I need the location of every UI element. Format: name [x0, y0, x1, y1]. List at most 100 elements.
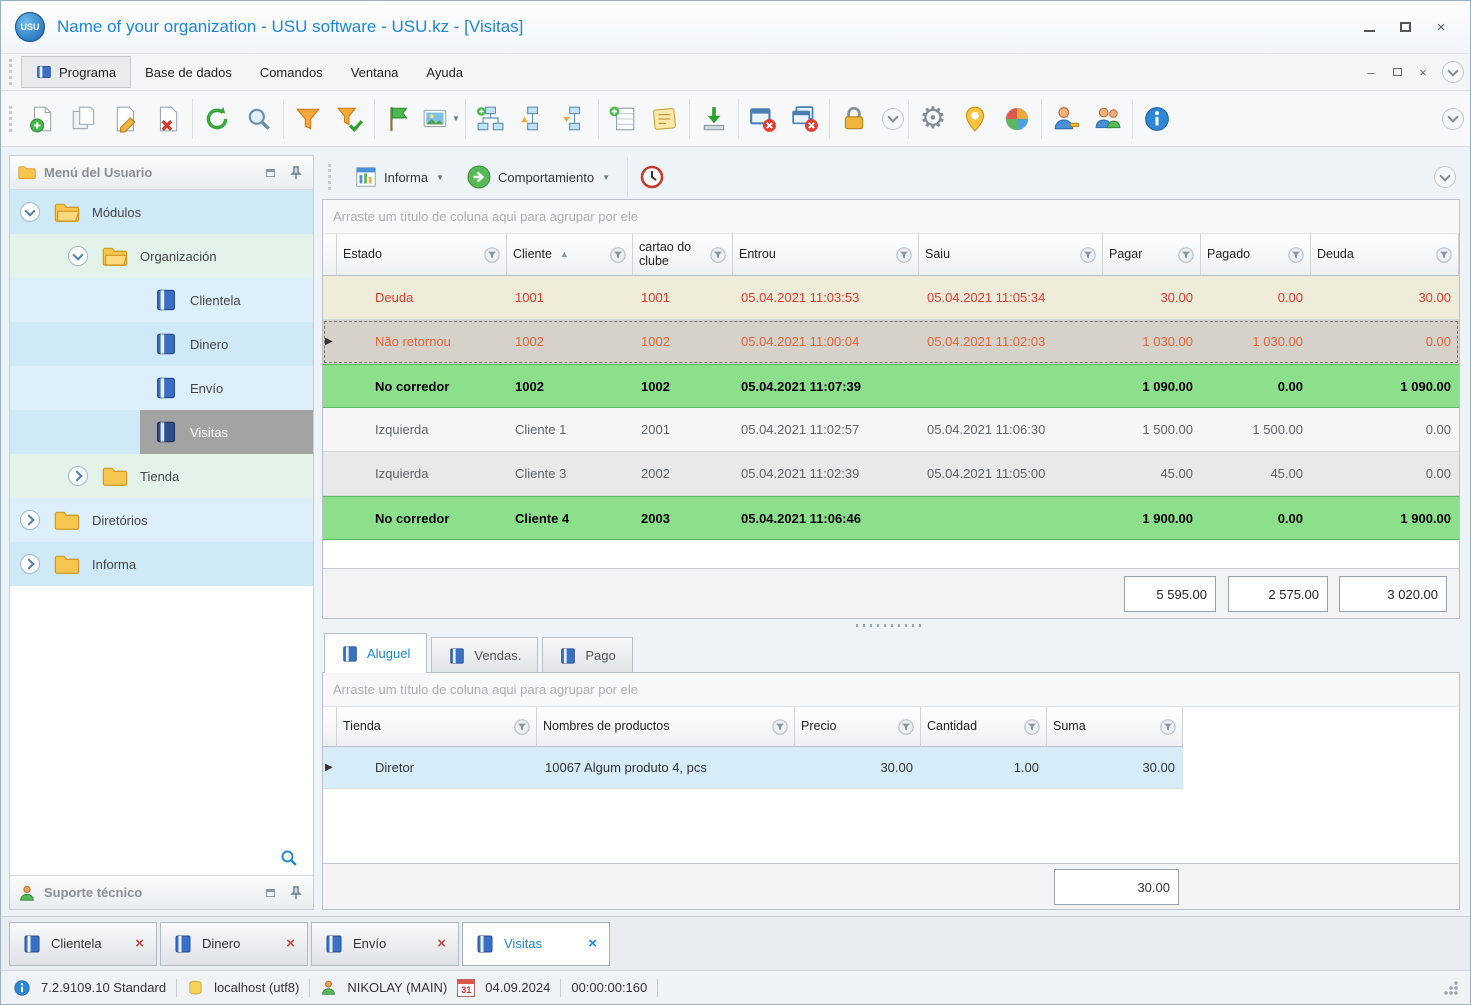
filter-apply-button[interactable]	[329, 96, 371, 142]
tab-pago[interactable]: Pago	[542, 637, 633, 673]
table-row[interactable]: Izquierda Cliente 3 2002 05.04.2021 11:0…	[323, 452, 1459, 496]
close-icon[interactable]: ×	[135, 935, 144, 952]
cell-deuda[interactable]: 0.00	[1311, 320, 1459, 364]
cell-pagar[interactable]: 30.00	[1103, 276, 1201, 320]
cell-deuda[interactable]: 30.00	[1311, 276, 1459, 320]
cell-pagado[interactable]: 0.00	[1201, 364, 1311, 408]
table-row[interactable]: No corredor Cliente 4 2003 05.04.2021 11…	[323, 496, 1459, 540]
column-header-suma[interactable]: Suma	[1047, 707, 1183, 747]
column-header-deuda[interactable]: Deuda	[1311, 234, 1459, 276]
sidebar-item-organizacion[interactable]: Organización	[10, 234, 313, 278]
detail-row-selected[interactable]: ▶ Diretor 10067 Algum produto 4, pcs 30.…	[323, 747, 1183, 789]
sidebar-item-dinero[interactable]: Dinero	[10, 322, 313, 366]
cell-entrou[interactable]: 05.04.2021 11:06:46	[733, 496, 919, 540]
lock-button[interactable]	[833, 96, 875, 142]
time-report-button[interactable]	[637, 154, 667, 200]
tab-aluguel[interactable]: Aluguel	[324, 633, 428, 673]
expand-icon[interactable]	[20, 510, 40, 530]
report-toolbar-options-icon[interactable]	[1434, 166, 1456, 188]
cell-entrou[interactable]: 05.04.2021 11:02:39	[733, 452, 919, 496]
delete-record-button[interactable]	[147, 96, 189, 142]
cell-saiu[interactable]: 05.04.2021 11:05:34	[919, 276, 1103, 320]
pin-icon[interactable]	[287, 165, 305, 181]
close-all-windows-button[interactable]	[784, 96, 826, 142]
sidebar-item-informa[interactable]: Informa	[10, 542, 313, 586]
float-panel-icon[interactable]	[261, 165, 279, 181]
filter-button[interactable]	[287, 96, 329, 142]
expand-icon[interactable]	[68, 466, 88, 486]
cell-cartao[interactable]: 2003	[633, 496, 733, 540]
cell-pagado[interactable]: 45.00	[1201, 452, 1311, 496]
users-button[interactable]	[1087, 96, 1129, 142]
table-row[interactable]: Deuda 1001 1001 05.04.2021 11:03:53 05.0…	[323, 276, 1459, 320]
expand-tree-button[interactable]	[553, 96, 595, 142]
search-icon[interactable]	[279, 848, 299, 868]
cell-estado[interactable]: No corredor	[337, 496, 507, 540]
cell-cartao[interactable]: 2001	[633, 408, 733, 452]
toolbar-grip[interactable]	[328, 164, 334, 190]
informa-dropdown[interactable]: Informa ▼	[346, 161, 452, 193]
window-tab-clientela[interactable]: Clientela ×	[9, 921, 157, 966]
cell-saiu[interactable]	[919, 496, 1103, 540]
toolbar-grip[interactable]	[9, 105, 15, 132]
table-row[interactable]: No corredor 1002 1002 05.04.2021 11:07:3…	[323, 364, 1459, 408]
filter-icon[interactable]	[484, 246, 500, 263]
add-row-button[interactable]	[602, 96, 644, 142]
cell-deuda[interactable]: 1 900.00	[1311, 496, 1459, 540]
cell-cliente[interactable]: Cliente 3	[507, 452, 633, 496]
window-tab-dinero[interactable]: Dinero ×	[160, 921, 308, 966]
cell-cantidad[interactable]: 1.00	[921, 747, 1047, 789]
pin-icon[interactable]	[287, 885, 305, 901]
expand-icon[interactable]	[20, 554, 40, 574]
refresh-button[interactable]	[196, 96, 238, 142]
cell-cliente[interactable]: Cliente 4	[507, 496, 633, 540]
sidebar-item-modulos[interactable]: Módulos	[10, 190, 313, 234]
column-header-tienda[interactable]: Tienda	[337, 707, 537, 747]
cell-pagar[interactable]: 1 090.00	[1103, 364, 1201, 408]
cell-entrou[interactable]: 05.04.2021 11:02:57	[733, 408, 919, 452]
cell-tienda[interactable]: Diretor	[337, 747, 537, 789]
cell-entrou[interactable]: 05.04.2021 11:07:39	[733, 364, 919, 408]
cell-deuda[interactable]: 1 090.00	[1311, 364, 1459, 408]
sidebar-item-tienda[interactable]: Tienda	[10, 454, 313, 498]
filter-icon[interactable]	[1178, 246, 1194, 263]
search-button[interactable]	[238, 96, 280, 142]
window-tab-envio[interactable]: Envío ×	[311, 921, 459, 966]
cell-entrou[interactable]: 05.04.2021 11:03:53	[733, 276, 919, 320]
add-record-button[interactable]	[21, 96, 63, 142]
cell-cartao[interactable]: 1002	[633, 364, 733, 408]
menu-comandos[interactable]: Comandos	[246, 58, 337, 87]
close-icon[interactable]: ×	[437, 935, 446, 952]
menu-programa[interactable]: Programa	[21, 56, 132, 88]
close-icon[interactable]: ×	[286, 935, 295, 952]
cell-estado[interactable]: Deuda	[337, 276, 507, 320]
column-header-estado[interactable]: Estado	[337, 234, 507, 276]
column-header-cartao[interactable]: cartao do clube	[633, 234, 733, 276]
info-button[interactable]	[1136, 96, 1178, 142]
collapse-icon[interactable]	[20, 202, 40, 222]
minimize-icon[interactable]	[1354, 15, 1384, 39]
filter-icon[interactable]	[772, 718, 788, 735]
edit-record-button[interactable]	[105, 96, 147, 142]
notes-button[interactable]	[644, 96, 686, 142]
cell-producto[interactable]: 10067 Algum produto 4, pcs	[537, 747, 795, 789]
cell-saiu[interactable]: 05.04.2021 11:02:03	[919, 320, 1103, 364]
table-row[interactable]: Izquierda Cliente 1 2001 05.04.2021 11:0…	[323, 408, 1459, 452]
cell-cartao[interactable]: 1002	[633, 320, 733, 364]
filter-icon[interactable]	[896, 246, 912, 263]
cell-entrou[interactable]: 05.04.2021 11:00:04	[733, 320, 919, 364]
column-header-pagar[interactable]: Pagar	[1103, 234, 1201, 276]
cell-estado[interactable]: Não retornou	[337, 320, 507, 364]
cell-suma[interactable]: 30.00	[1047, 747, 1183, 789]
collapse-icon[interactable]	[68, 246, 88, 266]
cell-pagar[interactable]: 1 030.00	[1103, 320, 1201, 364]
column-header-saiu[interactable]: Saiu	[919, 234, 1103, 276]
cell-estado[interactable]: No corredor	[337, 364, 507, 408]
window-tab-visitas[interactable]: Visitas ×	[462, 921, 610, 966]
sidebar-item-clientela[interactable]: Clientela	[10, 278, 313, 322]
menu-base-de-dados[interactable]: Base de dados	[131, 58, 246, 87]
cell-estado[interactable]: Izquierda	[337, 452, 507, 496]
column-header-precio[interactable]: Precio	[795, 707, 921, 747]
cell-deuda[interactable]: 0.00	[1311, 408, 1459, 452]
menu-ventana[interactable]: Ventana	[337, 58, 413, 87]
